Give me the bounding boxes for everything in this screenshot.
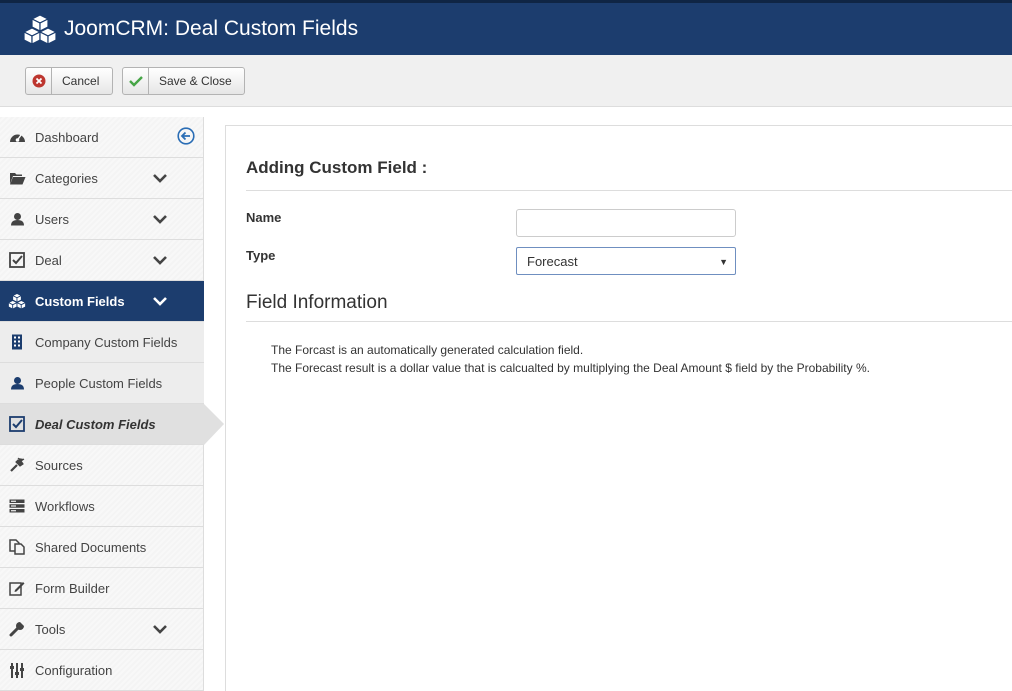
- chevron-down-icon: [153, 297, 167, 306]
- sliders-icon: [8, 662, 26, 678]
- section-title: Field Information: [246, 292, 388, 313]
- sidebar-item-label: Tools: [35, 621, 66, 637]
- sidebar-item-users[interactable]: Users: [0, 199, 204, 240]
- sidebar-item-label: Workflows: [35, 498, 95, 514]
- field-info-text: The Forcast is an automatically generate…: [271, 341, 870, 377]
- cancel-circle-icon: [26, 68, 52, 94]
- divider: [246, 190, 1012, 191]
- sidebar-item-label: Users: [35, 211, 69, 227]
- sidebar-item-label: Dashboard: [35, 129, 99, 145]
- user-icon: [8, 375, 26, 391]
- copy-icon: [8, 539, 26, 555]
- sidebar-item-people-custom-fields[interactable]: People Custom Fields: [0, 363, 204, 404]
- cancel-label: Cancel: [62, 74, 100, 88]
- type-label: Type: [246, 248, 276, 263]
- divider: [246, 321, 1012, 322]
- sidebar-item-deal[interactable]: Deal: [0, 240, 204, 281]
- sidebar-item-sources[interactable]: Sources: [0, 445, 204, 486]
- checkmark-icon: [123, 68, 149, 94]
- page-title: JoomCRM: Deal Custom Fields: [64, 17, 359, 40]
- cubes-icon: [24, 14, 56, 44]
- toolbar: Cancel Save & Close: [0, 55, 1012, 107]
- info-line: The Forecast result is a dollar value th…: [271, 361, 870, 375]
- dashboard-icon: [8, 129, 26, 145]
- collapse-sidebar-icon[interactable]: [177, 127, 195, 145]
- sidebar-item-label: Configuration: [35, 662, 113, 678]
- edit-icon: [8, 580, 26, 596]
- sidebar-item-label: Shared Documents: [35, 539, 147, 555]
- cubes-icon: [8, 293, 26, 309]
- checkbox-icon: [8, 252, 26, 268]
- name-field[interactable]: [516, 209, 736, 237]
- form-heading: Adding Custom Field :: [246, 158, 428, 177]
- sidebar-item-label: Categories: [35, 170, 98, 186]
- wrench-icon: [8, 621, 26, 637]
- cancel-button[interactable]: Cancel: [25, 67, 113, 95]
- sidebar-item-dashboard[interactable]: Dashboard: [0, 117, 204, 158]
- save-close-button[interactable]: Save & Close: [122, 67, 245, 95]
- sidebar-item-tools[interactable]: Tools: [0, 609, 204, 650]
- server-icon: [8, 498, 26, 514]
- chevron-down-icon: [153, 625, 167, 634]
- user-icon: [8, 211, 26, 227]
- plug-icon: [8, 457, 26, 473]
- checkbox-icon: [8, 416, 26, 432]
- sidebar-item-categories[interactable]: Categories: [0, 158, 204, 199]
- main-content: Adding Custom Field : Name Type Forecast…: [225, 125, 1012, 691]
- sidebar-item-shared-documents[interactable]: Shared Documents: [0, 527, 204, 568]
- sidebar: Dashboard Categories Users Deal Custom F…: [0, 117, 224, 691]
- chevron-down-icon: [153, 256, 167, 265]
- name-label: Name: [246, 210, 282, 225]
- app-header: JoomCRM: Deal Custom Fields: [0, 0, 1012, 55]
- info-line: The Forcast is an automatically generate…: [271, 343, 584, 357]
- sidebar-item-label: Sources: [35, 457, 83, 473]
- sidebar-item-label: Company Custom Fields: [35, 334, 178, 350]
- sidebar-item-label: Custom Fields: [35, 293, 125, 309]
- sidebar-item-label: Form Builder: [35, 580, 110, 596]
- sidebar-item-label: People Custom Fields: [35, 375, 163, 391]
- building-icon: [8, 334, 26, 350]
- save-close-label: Save & Close: [159, 74, 232, 88]
- type-select-value: Forecast: [527, 253, 578, 269]
- sidebar-item-label: Deal Custom Fields: [35, 416, 156, 432]
- sidebar-item-label: Deal: [35, 252, 62, 268]
- dropdown-arrow-icon: ▼: [719, 257, 728, 267]
- sidebar-item-workflows[interactable]: Workflows: [0, 486, 204, 527]
- sidebar-item-configuration[interactable]: Configuration: [0, 650, 204, 691]
- sidebar-item-form-builder[interactable]: Form Builder: [0, 568, 204, 609]
- type-select[interactable]: Forecast ▼: [516, 247, 736, 275]
- sidebar-item-deal-custom-fields[interactable]: Deal Custom Fields: [0, 404, 224, 445]
- chevron-down-icon: [153, 215, 167, 224]
- sidebar-item-custom-fields[interactable]: Custom Fields: [0, 281, 204, 322]
- chevron-down-icon: [153, 174, 167, 183]
- folder-open-icon: [8, 170, 26, 186]
- sidebar-item-company-custom-fields[interactable]: Company Custom Fields: [0, 322, 204, 363]
